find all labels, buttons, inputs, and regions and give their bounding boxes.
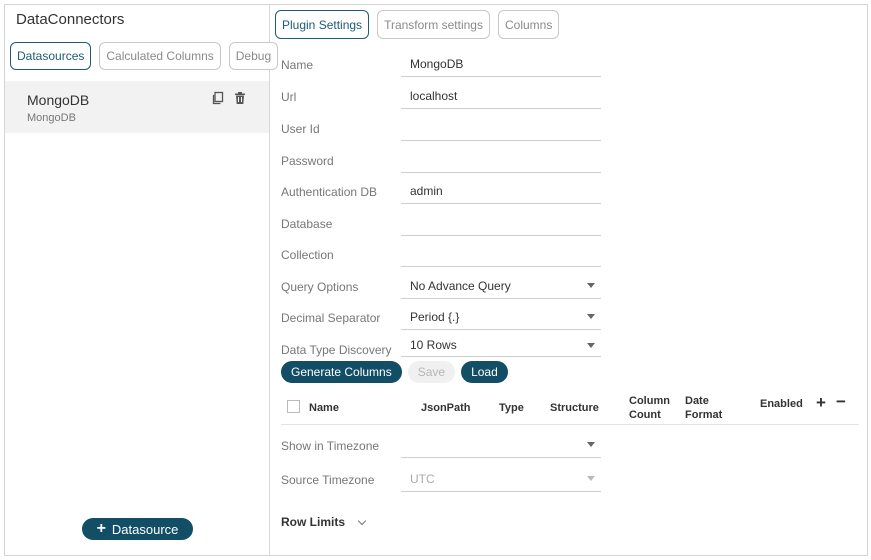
data-type-discovery-label: Data Type Discovery bbox=[281, 343, 392, 357]
data-type-discovery-select[interactable]: 10 Rows bbox=[401, 335, 601, 357]
tab-columns[interactable]: Columns bbox=[497, 10, 560, 39]
plus-icon: + bbox=[96, 520, 106, 537]
source-timezone-select[interactable]: UTC bbox=[401, 465, 601, 492]
trash-icon[interactable] bbox=[233, 91, 247, 105]
load-button[interactable]: Load bbox=[461, 361, 508, 383]
col-type-header[interactable]: Type bbox=[499, 401, 524, 415]
col-structure-header[interactable]: Structure bbox=[550, 401, 599, 415]
collection-input[interactable] bbox=[401, 240, 601, 267]
select-all-checkbox[interactable] bbox=[287, 400, 300, 413]
query-options-row: Query Options No Advance Query bbox=[281, 272, 601, 304]
collection-row: Collection bbox=[281, 240, 601, 272]
source-timezone-label: Source Timezone bbox=[281, 473, 375, 487]
decimal-separator-select[interactable]: Period {.} bbox=[401, 303, 601, 330]
col-enabled-header[interactable]: Enabled bbox=[760, 397, 803, 411]
auth-db-row: Authentication DB admin bbox=[281, 177, 601, 209]
show-in-timezone-label: Show in Timezone bbox=[281, 439, 380, 453]
decimal-separator-label: Decimal Separator bbox=[281, 311, 381, 325]
settings-tabs: Plugin Settings Transform settings Colum… bbox=[275, 10, 560, 39]
generate-columns-button[interactable]: Generate Columns bbox=[281, 361, 402, 383]
row-limits-toggle[interactable]: Row Limits bbox=[281, 515, 367, 529]
show-in-timezone-row: Show in Timezone bbox=[281, 431, 601, 463]
database-label: Database bbox=[281, 217, 333, 231]
tab-transform-settings[interactable]: Transform settings bbox=[377, 10, 490, 39]
tab-calculated-columns[interactable]: Calculated Columns bbox=[99, 42, 221, 70]
url-input[interactable]: localhost bbox=[401, 82, 601, 109]
add-datasource-button[interactable]: + Datasource bbox=[82, 518, 193, 540]
dropdown-caret-icon bbox=[587, 442, 595, 447]
database-row: Database bbox=[281, 209, 601, 241]
columns-grid-header: Name JsonPath Type Structure Column Coun… bbox=[281, 389, 859, 425]
dropdown-caret-icon bbox=[587, 476, 595, 481]
app-window: DataConnectors Datasources Calculated Co… bbox=[4, 4, 868, 556]
show-in-timezone-select[interactable] bbox=[401, 431, 601, 458]
save-button[interactable]: Save bbox=[407, 361, 456, 383]
chevron-down-icon bbox=[357, 516, 367, 525]
column-actions: Generate Columns Save Load bbox=[281, 361, 508, 383]
url-label: Url bbox=[281, 90, 297, 104]
url-row: Url localhost bbox=[281, 82, 601, 114]
tab-plugin-settings[interactable]: Plugin Settings bbox=[275, 10, 370, 39]
dropdown-caret-icon bbox=[587, 283, 595, 288]
col-jsonpath-header[interactable]: JsonPath bbox=[421, 401, 471, 415]
password-label: Password bbox=[281, 154, 334, 168]
decimal-separator-row: Decimal Separator Period {.} bbox=[281, 303, 601, 335]
dropdown-caret-icon bbox=[587, 343, 595, 348]
password-input[interactable] bbox=[401, 146, 601, 173]
row-limits-label: Row Limits bbox=[281, 515, 346, 529]
col-date-format-header[interactable]: Date Format bbox=[685, 394, 722, 422]
col-column-count-header[interactable]: Column Count bbox=[629, 394, 670, 422]
auth-db-input[interactable]: admin bbox=[401, 177, 601, 204]
auth-db-label: Authentication DB bbox=[281, 185, 378, 199]
left-tabs: Datasources Calculated Columns Debug bbox=[10, 42, 279, 70]
col-name-header[interactable]: Name bbox=[309, 401, 339, 415]
query-options-label: Query Options bbox=[281, 280, 359, 294]
name-row: Name MongoDB bbox=[281, 50, 601, 82]
datasource-name: MongoDB bbox=[27, 92, 90, 108]
user-id-row: User Id bbox=[281, 114, 601, 146]
copy-icon[interactable] bbox=[211, 91, 225, 105]
datasources-panel: DataConnectors Datasources Calculated Co… bbox=[5, 5, 279, 555]
tab-datasources[interactable]: Datasources bbox=[10, 42, 92, 70]
dropdown-caret-icon bbox=[587, 314, 595, 319]
query-options-select[interactable]: No Advance Query bbox=[401, 272, 601, 299]
password-row: Password bbox=[281, 146, 601, 178]
user-id-input[interactable] bbox=[401, 114, 601, 141]
add-datasource-label: Datasource bbox=[111, 521, 179, 537]
datasource-type: MongoDB bbox=[27, 112, 76, 124]
remove-column-icon[interactable]: − bbox=[836, 392, 846, 412]
name-input[interactable]: MongoDB bbox=[401, 50, 601, 77]
collection-label: Collection bbox=[281, 248, 334, 262]
name-label: Name bbox=[281, 58, 314, 72]
source-timezone-row: Source Timezone UTC bbox=[281, 465, 601, 497]
datasource-list-item[interactable]: MongoDB MongoDB bbox=[5, 81, 269, 133]
add-column-icon[interactable]: + bbox=[816, 393, 826, 413]
settings-panel: Plugin Settings Transform settings Colum… bbox=[271, 5, 867, 555]
database-input[interactable] bbox=[401, 209, 601, 236]
app-title: DataConnectors bbox=[16, 11, 125, 28]
user-id-label: User Id bbox=[281, 122, 320, 136]
